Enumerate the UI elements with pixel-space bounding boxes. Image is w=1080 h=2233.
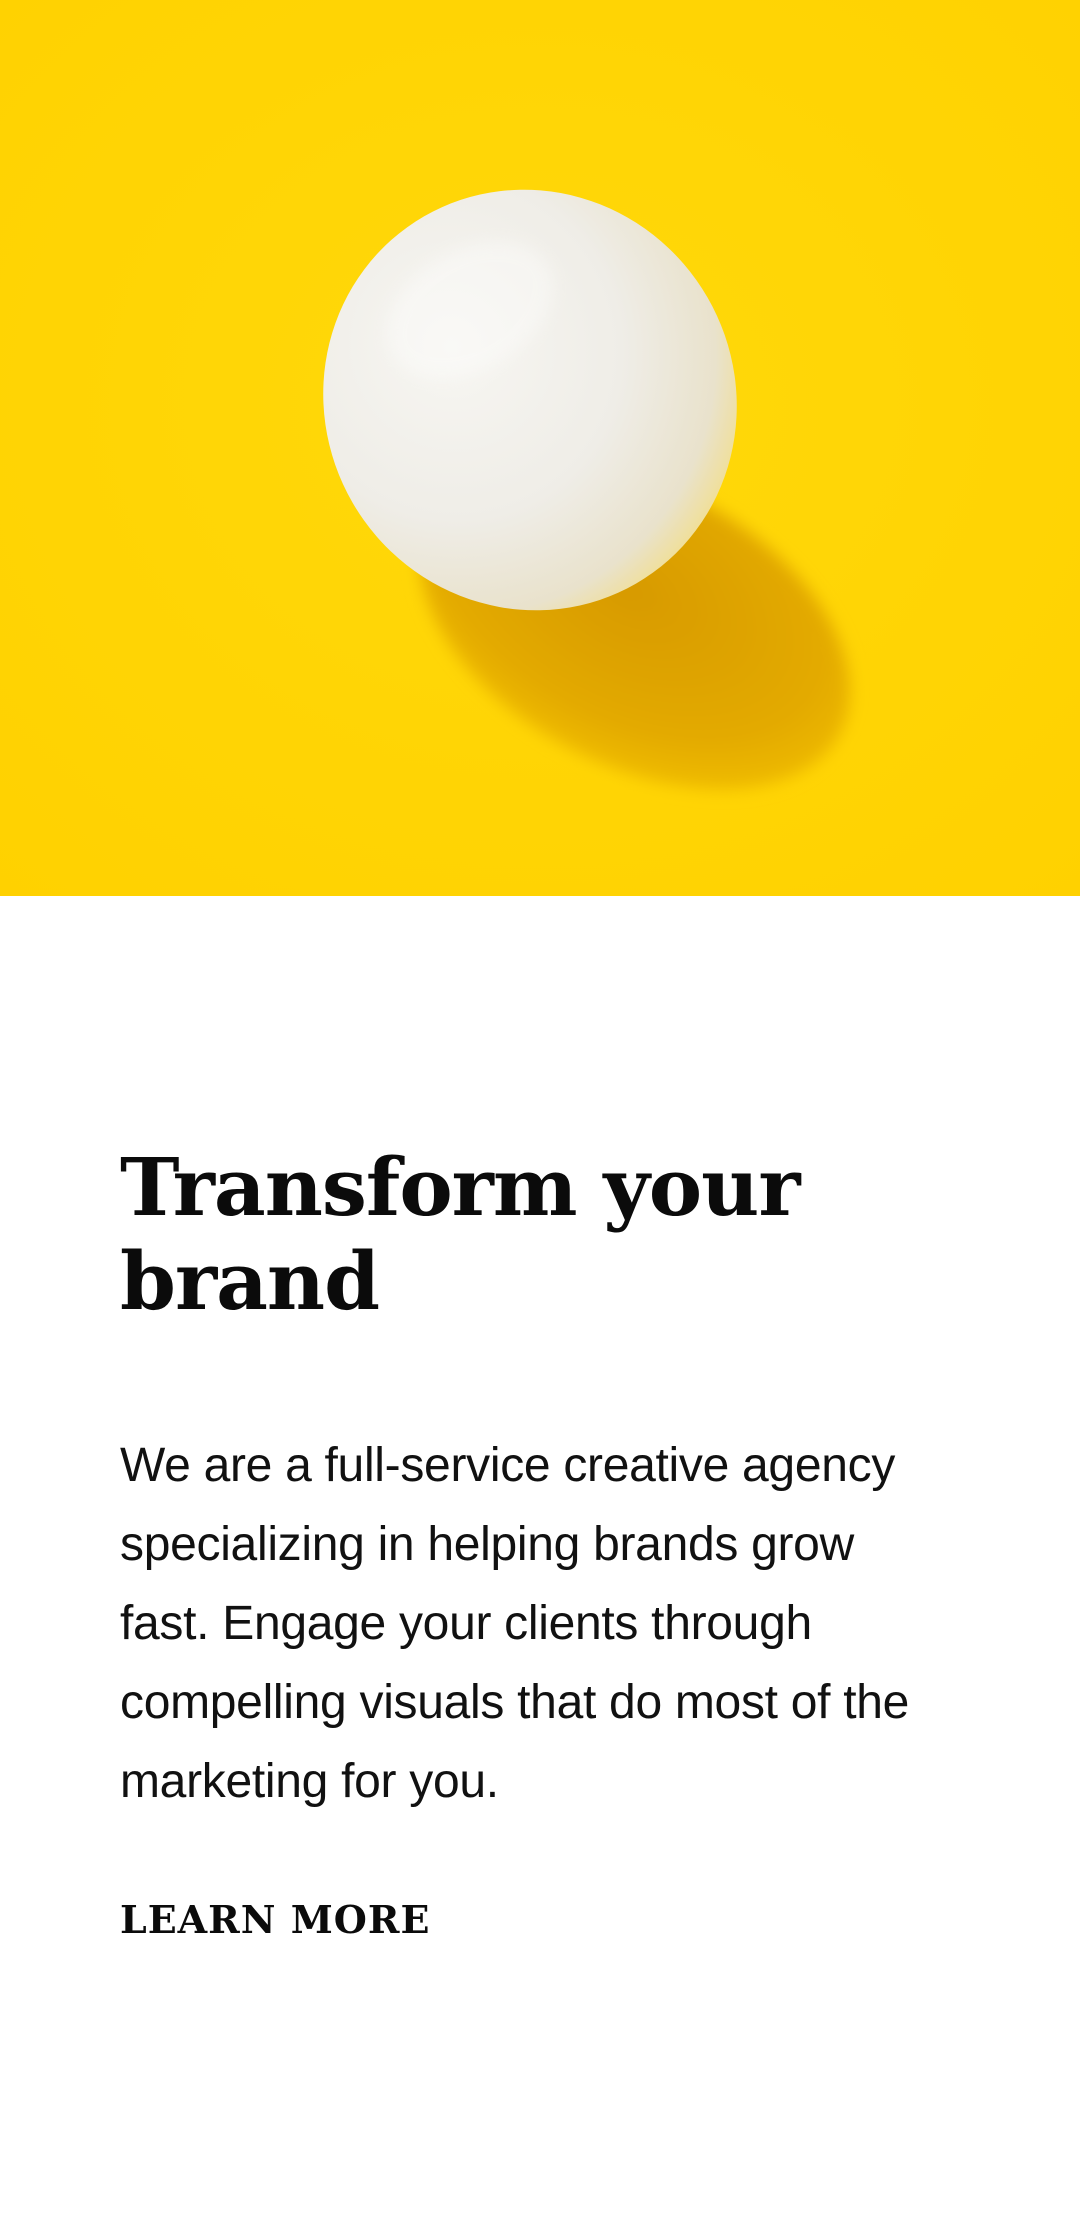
- learn-more-link[interactable]: LEARN MORE: [120, 1897, 430, 1943]
- hero-image: [0, 0, 1080, 896]
- body-text: We are a full-service creative agency sp…: [120, 1439, 910, 1808]
- content-section: Transform your brand We are a full-servi…: [120, 1140, 960, 1943]
- headline: Transform your brand: [120, 1140, 800, 1328]
- egg-illustration: [0, 0, 1080, 896]
- page: Transform your brand We are a full-servi…: [0, 0, 1080, 2233]
